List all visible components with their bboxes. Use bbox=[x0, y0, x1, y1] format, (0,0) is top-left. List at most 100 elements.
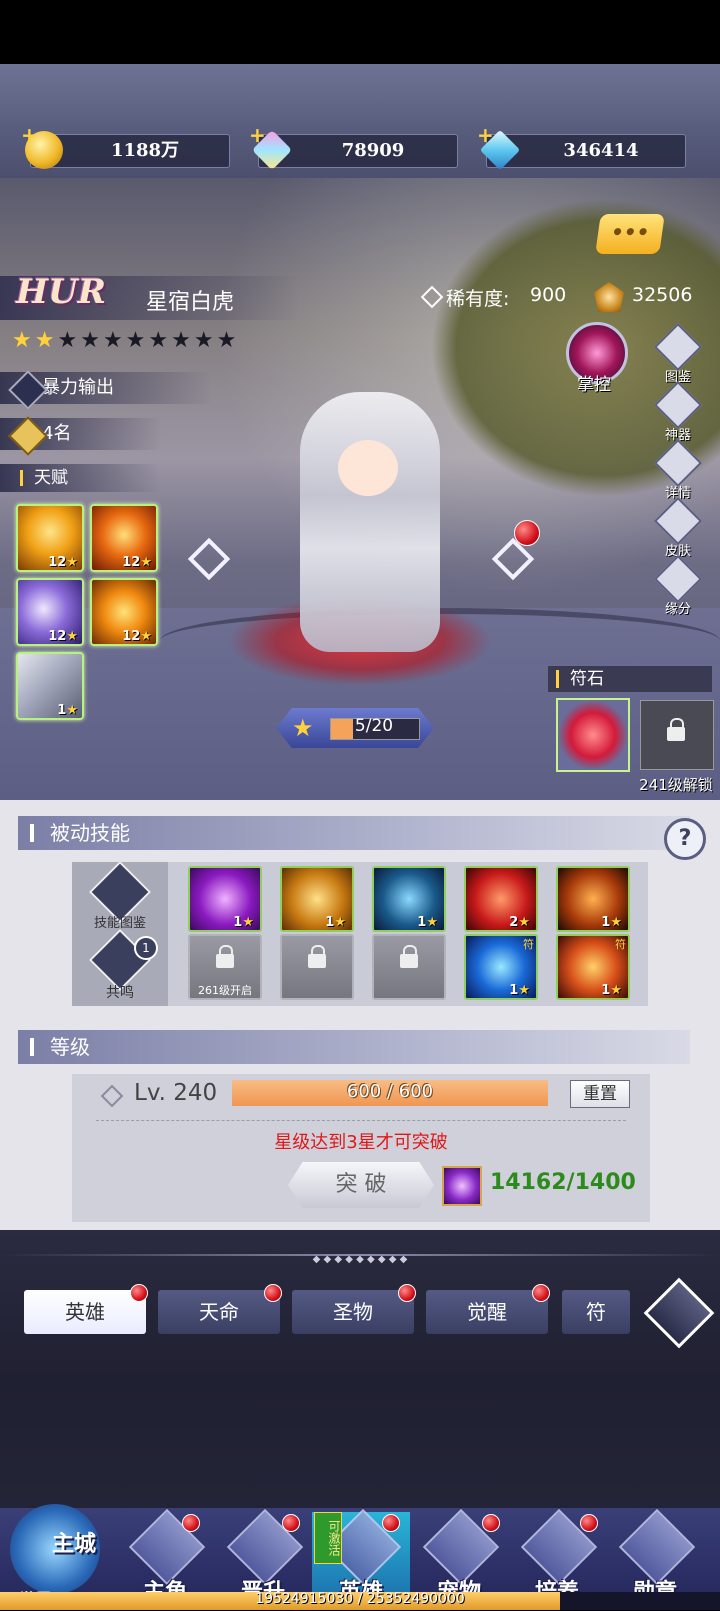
magnifier-icon bbox=[653, 438, 703, 488]
talent-level-3: 12 bbox=[48, 629, 67, 644]
break-cost: 14162/1400 bbox=[490, 1170, 636, 1195]
passive-skill-2[interactable]: 1★ bbox=[280, 866, 354, 932]
add-prism-icon[interactable]: + bbox=[249, 123, 266, 147]
role-tag: 暴力输出 bbox=[0, 370, 212, 410]
reset-button[interactable]: 重置 bbox=[570, 1080, 630, 1108]
talent-slot-2[interactable]: 12★ bbox=[90, 504, 158, 572]
talent-slot-3[interactable]: 12★ bbox=[16, 578, 84, 646]
hero-character[interactable] bbox=[300, 392, 440, 652]
talent-label: 天赋 bbox=[34, 468, 68, 488]
ranking-tag: 4名 bbox=[0, 416, 162, 456]
star-progress-text: 5/20 bbox=[354, 716, 394, 736]
star-rating: ★ ★ ★ ★ ★ ★ ★ ★ ★ ★ bbox=[12, 330, 236, 356]
passive-slot-locked-2[interactable] bbox=[280, 934, 354, 1000]
rune-title: 符石 bbox=[570, 669, 604, 689]
role-label: 暴力输出 bbox=[42, 377, 114, 398]
break-button[interactable]: 突 破 bbox=[288, 1162, 434, 1208]
nav-protagonist-dot bbox=[182, 1514, 200, 1532]
lock-icon bbox=[667, 718, 685, 741]
passive-skill-7[interactable]: 符 1★ bbox=[556, 934, 630, 1000]
passive-skill-5[interactable]: 1★ bbox=[556, 866, 630, 932]
nav-train-dot bbox=[580, 1514, 598, 1532]
star-empty-icon: ★ bbox=[102, 328, 123, 353]
star-empty-icon: ★ bbox=[57, 328, 78, 353]
talent-level-4: 12 bbox=[122, 629, 141, 644]
passive-level-2: 1 bbox=[325, 915, 335, 930]
nav-pet-dot bbox=[482, 1514, 500, 1532]
control-label: 掌控 bbox=[577, 375, 611, 395]
ranking-label: 4名 bbox=[42, 423, 72, 444]
passive-skill-6[interactable]: 符 1★ bbox=[464, 934, 538, 1000]
star-empty-icon: ★ bbox=[148, 328, 169, 353]
rune-header: 符石 bbox=[548, 666, 712, 692]
tab-hero[interactable]: 英雄 bbox=[24, 1290, 146, 1334]
level-text: Lv. 240 bbox=[134, 1080, 218, 1106]
level-title: 等级 bbox=[50, 1035, 90, 1059]
bond-button[interactable]: 缘分 bbox=[653, 554, 703, 622]
prism-counter[interactable]: + 78909 bbox=[249, 123, 458, 171]
star-filled-icon: ★ bbox=[12, 328, 32, 353]
add-gold-icon[interactable]: + bbox=[21, 123, 38, 147]
passive-skill-4[interactable]: 2★ bbox=[464, 866, 538, 932]
tab-destiny-notification-dot bbox=[264, 1284, 282, 1302]
passive-slot-locked-3[interactable] bbox=[372, 934, 446, 1000]
status-bar bbox=[0, 0, 720, 64]
rune-marker bbox=[556, 670, 559, 688]
rune-slot-1[interactable] bbox=[556, 698, 630, 772]
star-filled-icon: ★ bbox=[34, 328, 55, 353]
lock-icon bbox=[308, 945, 326, 968]
talent-slot-4[interactable]: 12★ bbox=[90, 578, 158, 646]
help-button[interactable]: ? bbox=[664, 818, 706, 860]
gold-counter[interactable]: + 1188万 bbox=[21, 123, 230, 169]
passive-skill-3[interactable]: 1★ bbox=[372, 866, 446, 932]
divider-ornament: ◆ ◆ ◆ ◆ ◆ ◆ ◆ ◆ ◆ bbox=[312, 1254, 408, 1265]
talent-level-2: 12 bbox=[122, 555, 141, 570]
tab-rune[interactable]: 符 bbox=[562, 1290, 630, 1334]
passive-level-5: 1 bbox=[601, 915, 611, 930]
passive-level-4: 2 bbox=[509, 915, 519, 930]
tab-awaken-notification-dot bbox=[532, 1284, 550, 1302]
rank-badge: HUR bbox=[16, 272, 107, 312]
talent-slot-1[interactable]: 12★ bbox=[16, 504, 84, 572]
exp-text: 600 / 600 bbox=[346, 1081, 434, 1102]
shirt-icon bbox=[653, 496, 703, 546]
star-empty-icon: ★ bbox=[216, 328, 237, 353]
nav-home[interactable]: 主城 世界 bbox=[0, 1474, 118, 1611]
rune-unlock-text: 241级解锁 bbox=[639, 776, 713, 794]
prism-value: 78909 bbox=[341, 140, 405, 161]
rune-slot-2-locked[interactable] bbox=[640, 700, 714, 770]
diamond-counter[interactable]: + 346414 bbox=[477, 123, 686, 171]
rarity-label: 稀有度: bbox=[446, 288, 510, 310]
chat-icon[interactable]: ••• bbox=[595, 214, 665, 254]
rarity-value: 900 bbox=[530, 284, 567, 306]
star-up-icon: ★ bbox=[292, 714, 314, 742]
diamond-value: 346414 bbox=[563, 140, 639, 161]
resonance-label: 共鸣 bbox=[106, 985, 134, 1001]
heart-icon bbox=[653, 554, 703, 604]
nav-hero-dot bbox=[382, 1514, 400, 1532]
star-empty-icon: ★ bbox=[80, 328, 100, 353]
talent-slot-5[interactable]: 1★ bbox=[16, 652, 84, 720]
talent-level-5: 1 bbox=[57, 703, 67, 718]
passive-skill-header: 被动技能 bbox=[18, 816, 690, 850]
break-warning: 星级达到3星才可突破 bbox=[274, 1132, 448, 1153]
tab-destiny[interactable]: 天命 bbox=[158, 1290, 280, 1334]
add-diamond-icon[interactable]: + bbox=[477, 123, 494, 147]
passive-tag-7: 符 bbox=[615, 938, 626, 951]
nav-home-label: 主城 bbox=[52, 1532, 97, 1557]
tab-awaken[interactable]: 觉醒 bbox=[426, 1290, 548, 1334]
passive-slot-locked-1[interactable]: 261级开启 bbox=[188, 934, 262, 1000]
passive-level-7: 1 bbox=[601, 983, 611, 998]
power-value: 32506 bbox=[632, 284, 693, 306]
talent-header: 天赋 bbox=[0, 464, 160, 492]
passive-locked-text: 261级开启 bbox=[198, 984, 252, 997]
tab-relic-notification-dot bbox=[398, 1284, 416, 1302]
star-empty-icon: ★ bbox=[171, 328, 191, 353]
break-material-icon[interactable] bbox=[442, 1166, 482, 1206]
hero-name: 星宿白虎 bbox=[146, 290, 235, 315]
exp-footer-text: 19524915030 / 25352490000 bbox=[255, 1591, 465, 1607]
tab-relic[interactable]: 圣物 bbox=[292, 1290, 414, 1334]
star-empty-icon: ★ bbox=[193, 328, 214, 353]
resonance-badge: 1 bbox=[134, 936, 158, 960]
passive-skill-1[interactable]: 1★ bbox=[188, 866, 262, 932]
